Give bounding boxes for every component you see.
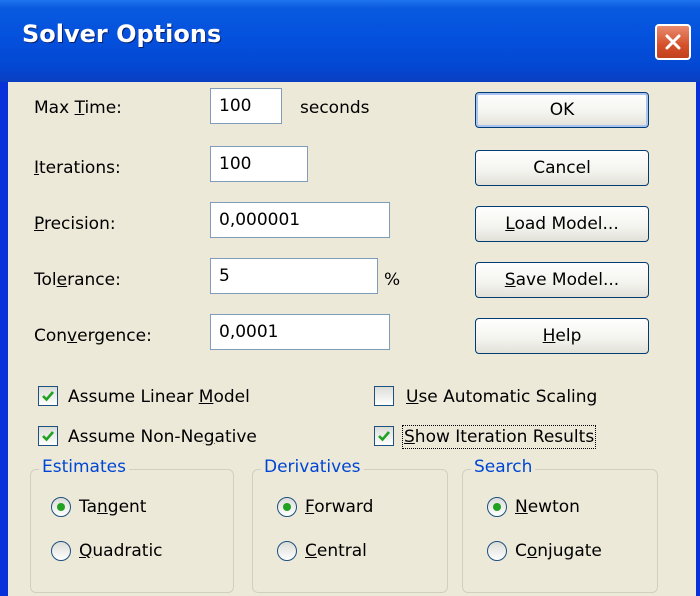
percent-unit-label: % — [384, 270, 401, 290]
newton-label[interactable]: Newton — [515, 497, 580, 517]
tangent-label[interactable]: Tangent — [79, 497, 146, 517]
title-bar[interactable]: Solver Options — [0, 0, 700, 82]
iterations-label: Iterations: — [34, 158, 121, 178]
help-button[interactable]: Help — [475, 318, 649, 354]
conjugate-label[interactable]: Conjugate — [515, 541, 602, 561]
assume-non-negative-label[interactable]: Assume Non-Negative — [68, 427, 257, 447]
tangent-radio[interactable] — [51, 497, 71, 517]
checkmark-icon — [42, 391, 54, 402]
newton-radio[interactable] — [487, 497, 507, 517]
assume-linear-model-checkbox[interactable] — [38, 386, 58, 406]
show-iteration-results-checkbox[interactable] — [374, 426, 394, 446]
convergence-input[interactable]: 0,0001 — [210, 314, 390, 350]
search-group-title: Search — [471, 457, 536, 477]
max-time-input[interactable]: 100 — [210, 88, 282, 124]
conjugate-radio[interactable] — [487, 541, 507, 561]
precision-input[interactable]: 0,000001 — [210, 202, 390, 238]
forward-radio[interactable] — [277, 497, 297, 517]
close-icon — [665, 34, 681, 50]
radio-selected-dot — [283, 503, 291, 511]
cancel-button[interactable]: Cancel — [475, 150, 649, 186]
seconds-unit-label: seconds — [300, 98, 370, 118]
dialog-body: Max Time: Iterations: Precision: Toleran… — [8, 82, 696, 596]
derivatives-group-title: Derivatives — [261, 457, 364, 477]
quadratic-label[interactable]: Quadratic — [79, 541, 163, 561]
estimates-group: Estimates Tangent Quadratic — [30, 457, 234, 593]
radio-selected-dot — [57, 503, 65, 511]
checkmark-icon — [378, 431, 390, 442]
central-label[interactable]: Central — [305, 541, 367, 561]
convergence-label: Convergence: — [34, 326, 152, 346]
forward-label[interactable]: Forward — [305, 497, 373, 517]
tolerance-label: Tolerance: — [34, 270, 121, 290]
search-group: Search Newton Conjugate — [462, 457, 658, 593]
load-model-button[interactable]: Load Model... — [475, 206, 649, 242]
close-button[interactable] — [655, 24, 691, 60]
precision-label: Precision: — [34, 214, 116, 234]
assume-non-negative-checkbox[interactable] — [38, 426, 58, 446]
iterations-input[interactable]: 100 — [210, 146, 308, 182]
checkmark-icon — [42, 431, 54, 442]
tolerance-input[interactable]: 5 — [210, 258, 378, 294]
solver-options-dialog: Solver Options Max Time: Iterations: Pre… — [0, 0, 700, 596]
dialog-title: Solver Options — [22, 20, 222, 48]
use-automatic-scaling-label[interactable]: Use Automatic Scaling — [406, 387, 597, 407]
assume-linear-model-label[interactable]: Assume Linear Model — [68, 387, 250, 407]
show-iteration-results-label[interactable]: Show Iteration Results — [401, 425, 597, 449]
quadratic-radio[interactable] — [51, 541, 71, 561]
use-automatic-scaling-checkbox[interactable] — [374, 386, 394, 406]
central-radio[interactable] — [277, 541, 297, 561]
ok-button[interactable]: OK — [475, 92, 649, 128]
save-model-button[interactable]: Save Model... — [475, 262, 649, 298]
radio-selected-dot — [493, 503, 501, 511]
derivatives-group: Derivatives Forward Central — [252, 457, 448, 593]
estimates-group-title: Estimates — [39, 457, 129, 477]
max-time-label: Max Time: — [34, 98, 122, 118]
